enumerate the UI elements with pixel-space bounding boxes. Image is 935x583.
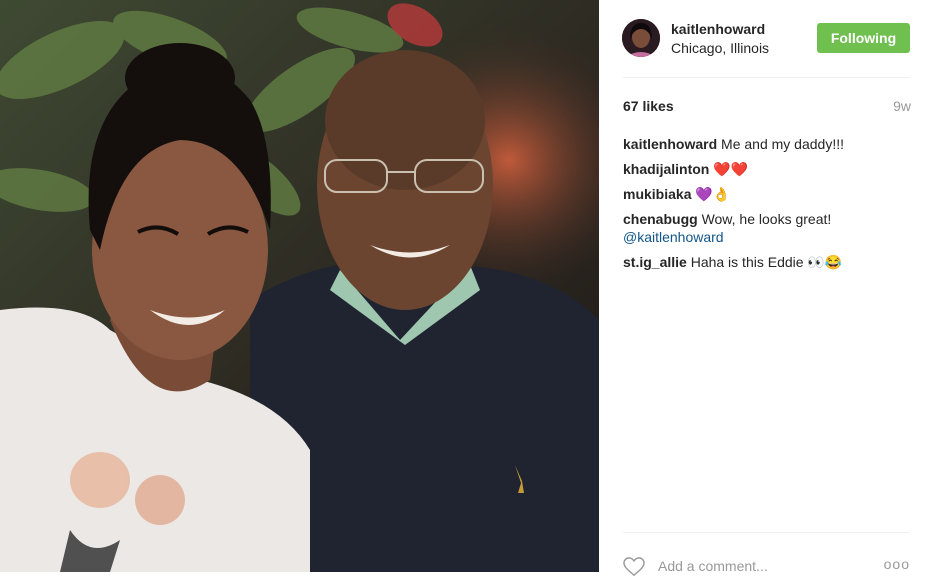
comments-list: kaitlenhoward Me and my daddy!!! khadija…	[623, 135, 913, 278]
username-link[interactable]: kaitlenhoward	[671, 21, 769, 38]
comment-item: khadijalinton ❤️❤️	[623, 160, 913, 178]
post-photo[interactable]	[0, 0, 599, 572]
comment-username[interactable]: mukibiaka	[623, 186, 691, 202]
location-link[interactable]: Chicago, Illinois	[671, 39, 769, 58]
heart-icon[interactable]	[623, 557, 645, 577]
comment-text: Wow, he looks great!	[701, 211, 832, 227]
user-block: kaitlenhoward Chicago, Illinois	[671, 21, 769, 58]
comment-mention-link[interactable]: @kaitlenhoward	[623, 228, 913, 246]
more-options-icon[interactable]: ooo	[884, 556, 910, 572]
likes-count[interactable]: 67 likes	[623, 98, 674, 114]
avatar[interactable]	[622, 19, 660, 57]
comment-text: Haha is this Eddie 👀😂	[690, 254, 843, 270]
comment-username[interactable]: st.ig_allie	[623, 254, 687, 270]
comment-item: kaitlenhoward Me and my daddy!!!	[623, 135, 913, 153]
comment-item: mukibiaka 💜👌	[623, 185, 913, 203]
comment-username[interactable]: kaitlenhoward	[623, 136, 717, 152]
comment-item: chenabugg Wow, he looks great! @kaitlenh…	[623, 210, 913, 246]
comment-text: Me and my daddy!!!	[721, 136, 844, 152]
comment-text: 💜👌	[695, 186, 731, 202]
comment-username[interactable]: khadijalinton	[623, 161, 709, 177]
header-divider	[623, 77, 910, 78]
comment-text: ❤️❤️	[713, 161, 749, 177]
post-age[interactable]: 9w	[893, 98, 911, 114]
following-button[interactable]: Following	[817, 23, 910, 53]
comment-username[interactable]: chenabugg	[623, 211, 698, 227]
comment-item: st.ig_allie Haha is this Eddie 👀😂	[623, 253, 913, 271]
add-comment-row: ooo	[623, 553, 910, 583]
post-details-panel: kaitlenhoward Chicago, Illinois Followin…	[599, 0, 935, 577]
footer-divider	[623, 532, 910, 533]
post-header: kaitlenhoward Chicago, Illinois Followin…	[599, 0, 935, 77]
